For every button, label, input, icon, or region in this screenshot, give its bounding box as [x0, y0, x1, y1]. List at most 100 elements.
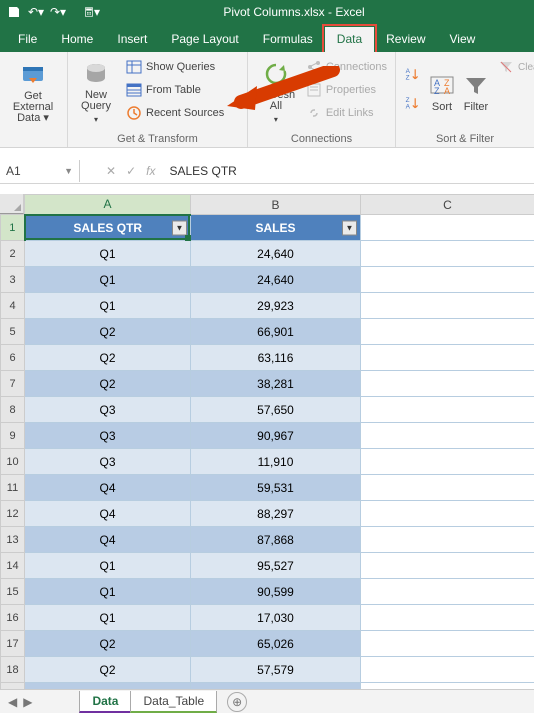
sheet-tab-data-table[interactable]: Data_Table — [130, 691, 217, 713]
cell[interactable] — [361, 423, 534, 449]
cell[interactable]: 90,967 — [191, 423, 361, 449]
cell[interactable]: Q1 — [25, 241, 191, 267]
cell[interactable]: 29,923 — [191, 293, 361, 319]
row-header[interactable]: 18 — [1, 657, 25, 683]
clear-filter-button[interactable]: Clear — [494, 56, 534, 78]
cell[interactable]: 11,910 — [191, 449, 361, 475]
row-header[interactable]: 12 — [1, 501, 25, 527]
cell[interactable]: 38,281 — [191, 371, 361, 397]
cell[interactable]: 88,297 — [191, 501, 361, 527]
row-header[interactable]: 13 — [1, 527, 25, 553]
row-header[interactable]: 14 — [1, 553, 25, 579]
recent-sources-button[interactable]: Recent Sources — [122, 102, 228, 124]
sort-asc-button[interactable]: AZ — [400, 60, 424, 88]
cell[interactable] — [361, 267, 534, 293]
cell[interactable]: Q4 — [25, 475, 191, 501]
properties-button[interactable]: Properties — [302, 79, 391, 101]
col-header-A[interactable]: A — [25, 195, 191, 215]
row-header[interactable]: 6 — [1, 345, 25, 371]
cell[interactable] — [361, 657, 534, 683]
cell[interactable]: Q1 — [25, 605, 191, 631]
show-queries-button[interactable]: Show Queries — [122, 56, 228, 78]
cell[interactable] — [361, 579, 534, 605]
cell[interactable] — [361, 605, 534, 631]
cell[interactable]: Q2 — [25, 319, 191, 345]
new-query-button[interactable]: New Query▾ — [72, 54, 120, 131]
enter-icon[interactable]: ✓ — [126, 164, 136, 178]
row-header[interactable]: 9 — [1, 423, 25, 449]
cell[interactable]: Q2 — [25, 631, 191, 657]
row-header[interactable]: 7 — [1, 371, 25, 397]
row-header[interactable]: 8 — [1, 397, 25, 423]
cell[interactable]: Q2 — [25, 345, 191, 371]
filter-button[interactable]: Filter — [460, 54, 492, 131]
row-header[interactable]: 4 — [1, 293, 25, 319]
cell[interactable]: 87,868 — [191, 527, 361, 553]
cell[interactable]: Q1 — [25, 579, 191, 605]
cell[interactable]: 24,640 — [191, 241, 361, 267]
refresh-all-button[interactable]: Refresh All▾ — [252, 54, 300, 131]
cell[interactable]: 17,030 — [191, 605, 361, 631]
save-icon[interactable] — [6, 4, 22, 20]
name-box[interactable]: A1▼ — [0, 160, 80, 182]
cell[interactable] — [361, 527, 534, 553]
col-header-C[interactable]: C — [361, 195, 534, 215]
row-header[interactable]: 10 — [1, 449, 25, 475]
add-sheet-button[interactable]: ⊕ — [227, 692, 247, 712]
cell[interactable] — [361, 241, 534, 267]
sheet-tab-data[interactable]: Data — [79, 691, 131, 713]
cell[interactable] — [361, 319, 534, 345]
tab-data[interactable]: Data — [325, 27, 374, 52]
connections-button[interactable]: Connections — [302, 56, 391, 78]
cell[interactable]: Q1 — [25, 293, 191, 319]
cell[interactable]: Q3 — [25, 397, 191, 423]
cell[interactable]: Q2 — [25, 657, 191, 683]
cell[interactable]: Q4 — [25, 501, 191, 527]
cell[interactable]: Q3 — [25, 423, 191, 449]
cell[interactable]: 63,116 — [191, 345, 361, 371]
cell[interactable]: Q1 — [25, 553, 191, 579]
sheet-nav-prev-icon[interactable]: ◀ — [8, 695, 17, 709]
row-header[interactable]: 15 — [1, 579, 25, 605]
row-header[interactable]: 2 — [1, 241, 25, 267]
cancel-icon[interactable]: ✕ — [106, 164, 116, 178]
sort-button[interactable]: AZZA Sort — [426, 54, 458, 131]
cell[interactable]: 90,599 — [191, 579, 361, 605]
worksheet-grid[interactable]: ABC1SALES QTR▼SALES▼2Q124,6403Q124,6404Q… — [0, 194, 534, 709]
cell[interactable]: Q4 — [25, 527, 191, 553]
calc-icon[interactable]: ▾ — [84, 4, 100, 20]
cell[interactable]: 65,026 — [191, 631, 361, 657]
row-header[interactable]: 1 — [1, 215, 25, 241]
cell[interactable] — [361, 501, 534, 527]
undo-icon[interactable]: ↶▾ — [28, 4, 44, 20]
cell[interactable]: 57,650 — [191, 397, 361, 423]
row-header[interactable]: 3 — [1, 267, 25, 293]
row-header[interactable]: 11 — [1, 475, 25, 501]
row-header[interactable]: 16 — [1, 605, 25, 631]
cell[interactable]: Q2 — [25, 371, 191, 397]
cell[interactable] — [361, 475, 534, 501]
cell[interactable] — [361, 631, 534, 657]
table-header-cell[interactable]: SALES▼ — [191, 215, 361, 241]
cell[interactable] — [361, 345, 534, 371]
edit-links-button[interactable]: Edit Links — [302, 102, 391, 124]
sort-desc-button[interactable]: ZA — [400, 89, 424, 117]
col-header-B[interactable]: B — [191, 195, 361, 215]
tab-view[interactable]: View — [438, 27, 488, 52]
select-all-corner[interactable] — [0, 194, 24, 214]
cell[interactable]: 59,531 — [191, 475, 361, 501]
cell[interactable] — [361, 553, 534, 579]
chevron-down-icon[interactable]: ▼ — [64, 166, 73, 176]
tab-formulas[interactable]: Formulas — [251, 27, 325, 52]
tab-page-layout[interactable]: Page Layout — [159, 27, 250, 52]
row-header[interactable]: 5 — [1, 319, 25, 345]
tab-review[interactable]: Review — [374, 27, 437, 52]
cell[interactable]: 95,527 — [191, 553, 361, 579]
cell[interactable] — [361, 371, 534, 397]
table-header-cell[interactable]: SALES QTR▼ — [25, 215, 191, 241]
sheet-nav-next-icon[interactable]: ▶ — [23, 695, 32, 709]
fx-icon[interactable]: fx — [146, 164, 155, 178]
tab-home[interactable]: Home — [49, 27, 105, 52]
filter-dropdown-icon[interactable]: ▼ — [342, 220, 357, 235]
cell[interactable]: Q3 — [25, 449, 191, 475]
